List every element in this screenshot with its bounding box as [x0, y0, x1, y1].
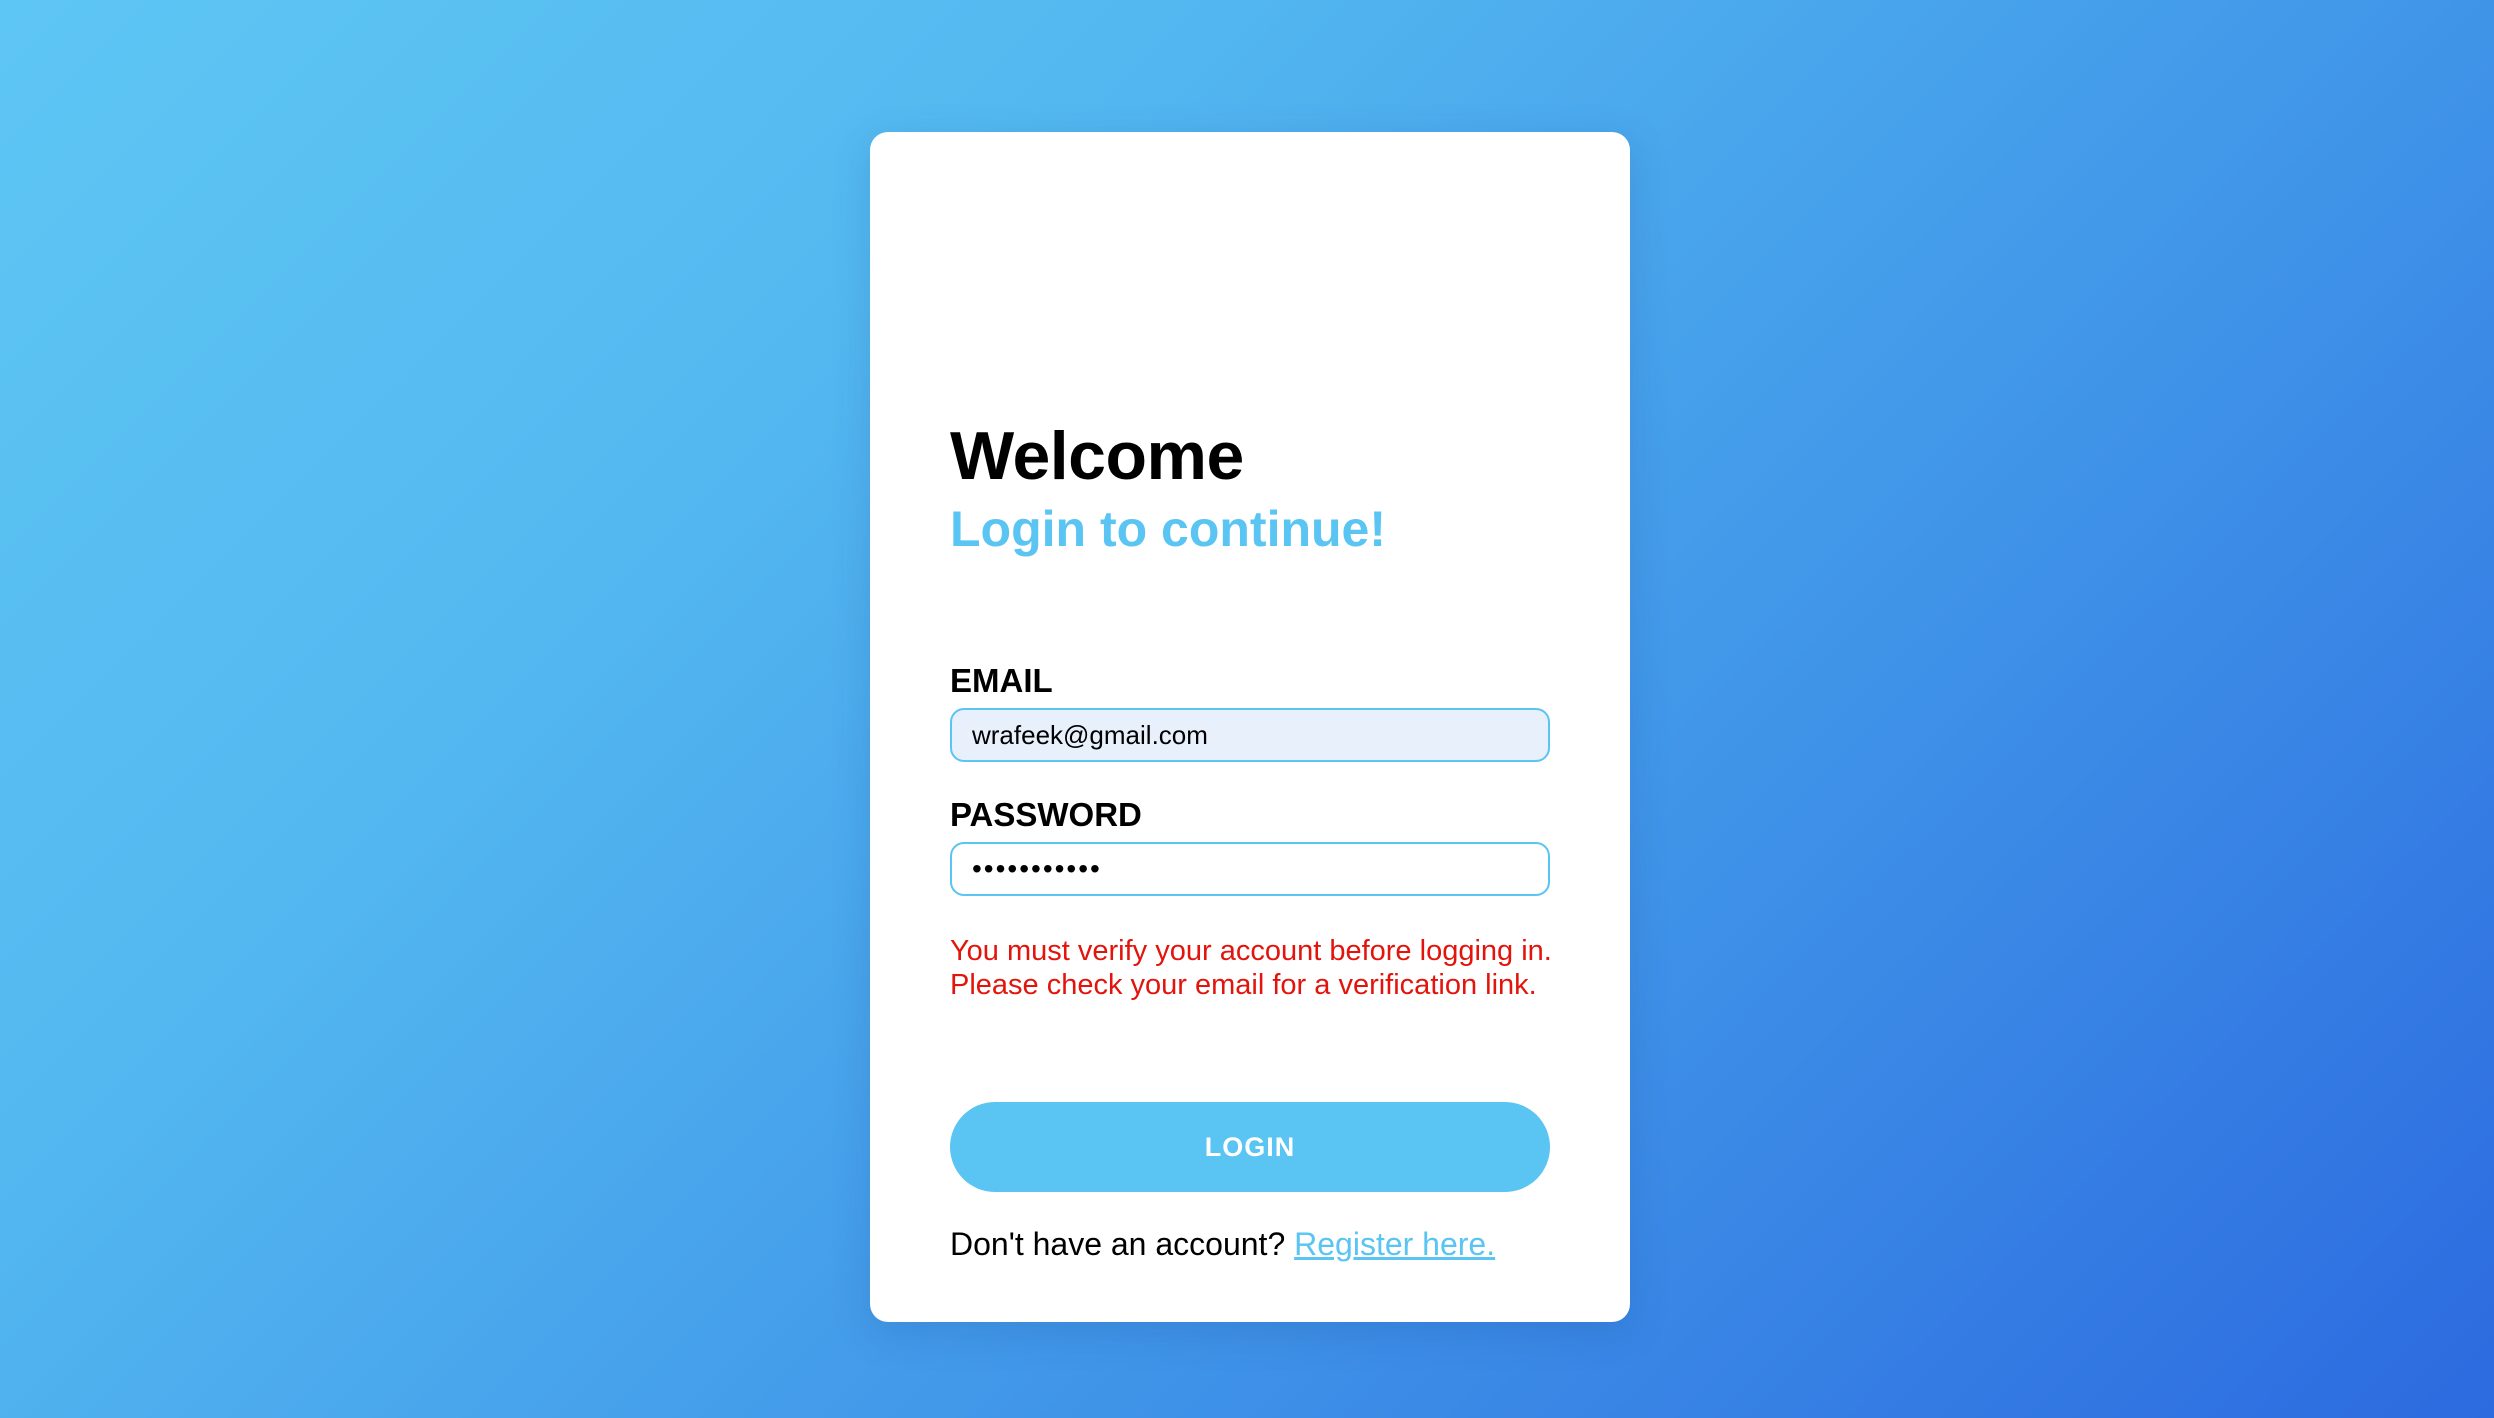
error-line-1: You must verify your account before logg…	[950, 935, 1552, 967]
email-field[interactable]	[950, 708, 1550, 762]
register-prompt: Don't have an account? Register here.	[950, 1226, 1495, 1263]
password-field[interactable]	[950, 842, 1550, 896]
login-subheading: Login to continue!	[950, 501, 1387, 557]
register-prompt-text: Don't have an account?	[950, 1226, 1295, 1262]
login-button[interactable]: LOGIN	[950, 1102, 1550, 1192]
password-label: PASSWORD	[950, 796, 1142, 833]
verification-error-message: You must verify your account before logg…	[950, 934, 1570, 1002]
login-card: Welcome Login to continue! EMAIL PASSWOR…	[870, 132, 1630, 1322]
register-link[interactable]: Register here.	[1294, 1226, 1495, 1262]
welcome-heading: Welcome	[950, 418, 1244, 494]
email-label: EMAIL	[950, 662, 1053, 699]
error-line-2: Please check your email for a verificati…	[950, 969, 1537, 1001]
